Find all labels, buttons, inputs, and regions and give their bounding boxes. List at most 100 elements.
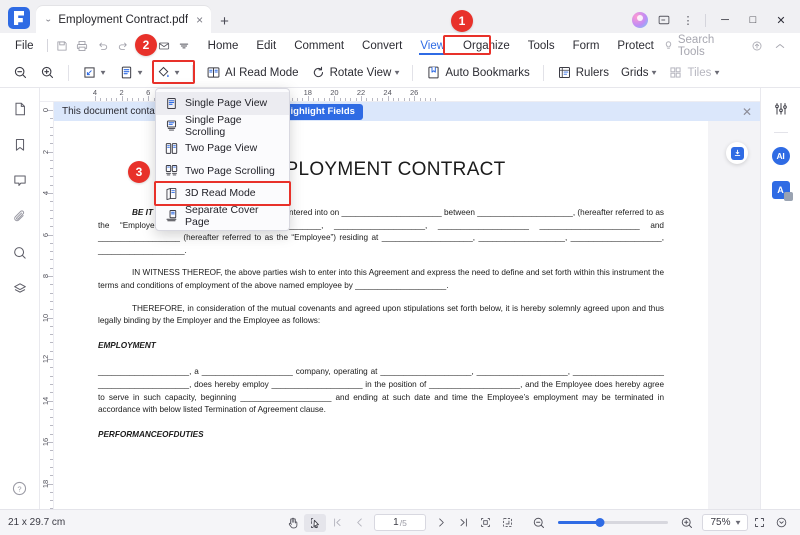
page-size-label: 21 x 29.7 cm xyxy=(8,517,66,528)
document-tab-label: Employment Contract.pdf xyxy=(58,13,189,26)
horizontal-ruler[interactable]: 4268101214161820222426 xyxy=(40,88,760,102)
rotate-view-button[interactable]: Rotate View ▾ xyxy=(306,62,405,84)
collapse-ribbon-icon[interactable] xyxy=(769,36,790,55)
ruler-label: 4 xyxy=(41,190,50,196)
help-icon[interactable]: ? xyxy=(9,477,31,499)
first-page-button[interactable] xyxy=(326,514,348,532)
file-menu[interactable]: File xyxy=(6,40,43,52)
pdf-page[interactable]: EMPLOYMENT CONTRACT BE IT KNOWN, that th… xyxy=(54,121,708,509)
zoom-out-button[interactable] xyxy=(8,62,33,84)
menu-tab-organize[interactable]: Organize xyxy=(454,38,519,54)
previous-page-button[interactable] xyxy=(348,514,370,532)
ruler-label: 6 xyxy=(146,88,151,97)
cloud-upload-icon[interactable] xyxy=(746,36,767,55)
zoom-in-button[interactable] xyxy=(35,62,60,84)
layers-icon[interactable] xyxy=(9,278,31,300)
ruler-tick xyxy=(49,433,53,435)
zoom-slider[interactable] xyxy=(558,517,668,529)
menu-tab-tools[interactable]: Tools xyxy=(519,38,564,54)
next-page-button[interactable] xyxy=(430,514,452,532)
auto-bookmarks-button[interactable]: Auto Bookmarks xyxy=(421,62,534,84)
thumbnails-icon[interactable] xyxy=(9,98,31,120)
search-icon[interactable] xyxy=(9,242,31,264)
page-view-button[interactable]: ▾ xyxy=(114,62,147,84)
ai-read-mode-button[interactable]: AI Read Mode xyxy=(201,62,304,84)
menu-tab-form[interactable]: Form xyxy=(564,38,609,54)
menu-tab-protect[interactable]: Protect xyxy=(608,38,662,54)
message-icon[interactable] xyxy=(653,11,675,29)
menu-item-separate-cover-page[interactable]: Separate Cover Page xyxy=(156,204,289,228)
tiles-button[interactable]: Tiles ▾ xyxy=(663,62,724,84)
chevron-down-icon[interactable]: ▾ xyxy=(175,68,180,77)
search-tools[interactable]: Search Tools xyxy=(663,34,746,58)
redo-icon[interactable] xyxy=(113,36,133,55)
menu-tab-comment[interactable]: Comment xyxy=(285,38,353,54)
select-tool-button[interactable] xyxy=(304,513,326,532)
chevron-down-icon[interactable]: ▾ xyxy=(652,68,657,77)
close-icon[interactable]: ✕ xyxy=(742,105,752,119)
more-options-button[interactable] xyxy=(770,514,792,532)
three-d-read-icon xyxy=(164,186,178,200)
attachments-icon[interactable] xyxy=(9,206,31,228)
menu-item-two-page-scrolling[interactable]: Two Page Scrolling xyxy=(156,160,289,183)
translate-icon[interactable]: A xyxy=(770,179,793,201)
chevron-down-icon[interactable]: ▾ xyxy=(101,68,106,77)
menu-tab-edit[interactable]: Edit xyxy=(247,38,285,54)
grids-button[interactable]: Grids ▾ xyxy=(616,62,662,84)
new-tab-button[interactable]: + xyxy=(211,14,238,33)
zoom-in-button-status[interactable] xyxy=(676,514,698,532)
zoom-out-button-status[interactable] xyxy=(528,514,550,532)
ruler-label: 14 xyxy=(41,396,50,405)
ruler-label: 4 xyxy=(92,88,98,97)
fit-page-button[interactable]: ▾ xyxy=(77,62,110,84)
bookmarks-icon[interactable] xyxy=(9,134,31,156)
page-number-input[interactable]: 1 /5 xyxy=(374,514,426,531)
page-view-dropdown-menu[interactable]: Single Page View Single Page Scrolling T… xyxy=(154,88,291,231)
ruler-tick xyxy=(49,118,53,120)
menu-tab-view[interactable]: View xyxy=(411,38,454,55)
menu-item-3d-read-mode[interactable]: 3D Read Mode xyxy=(154,181,291,205)
more-options-icon[interactable]: ⋮ xyxy=(677,11,699,29)
comments-icon[interactable] xyxy=(9,170,31,192)
ruler-tick xyxy=(49,267,53,269)
menu-item-label: Two Page Scrolling xyxy=(185,164,275,177)
avatar[interactable] xyxy=(629,11,651,29)
document-tab[interactable]: ⌄ Employment Contract.pdf × xyxy=(36,6,212,33)
customize-caret-icon[interactable] xyxy=(174,36,194,55)
zoom-level-select[interactable]: 75% ▾ xyxy=(702,514,748,531)
ruler-tick xyxy=(116,98,118,101)
fit-page-button[interactable] xyxy=(496,514,518,532)
ruler-tick xyxy=(392,98,394,101)
menu-tab-home[interactable]: Home xyxy=(199,38,248,54)
chevron-down-icon[interactable]: ▾ xyxy=(138,68,143,77)
print-icon[interactable] xyxy=(72,36,92,55)
chevron-down-icon[interactable]: ▾ xyxy=(715,68,720,77)
vertical-ruler[interactable]: 0 2 4 6 8 10 12 14 16 18 xyxy=(40,102,54,509)
minimize-button[interactable]: ─ xyxy=(712,11,738,29)
ai-assistant-icon[interactable]: AI xyxy=(770,145,792,167)
adjust-sliders-icon[interactable] xyxy=(770,98,792,120)
background-color-button[interactable]: ▾ xyxy=(151,62,184,84)
callout-badge-2: 2 xyxy=(135,34,157,56)
last-page-button[interactable] xyxy=(452,514,474,532)
close-button[interactable]: ✕ xyxy=(768,11,794,29)
download-button[interactable] xyxy=(726,142,748,164)
chevron-down-icon[interactable]: ▾ xyxy=(735,518,740,527)
menu-item-single-page-view[interactable]: Single Page View xyxy=(156,92,289,115)
save-icon[interactable] xyxy=(52,36,72,55)
rulers-button[interactable]: Rulers xyxy=(552,62,614,84)
fit-width-button[interactable] xyxy=(474,514,496,532)
tab-close-icon[interactable]: × xyxy=(194,13,205,27)
undo-icon[interactable] xyxy=(92,36,112,55)
fullscreen-button[interactable] xyxy=(748,514,770,532)
maximize-button[interactable]: □ xyxy=(740,11,766,29)
chevron-down-icon[interactable]: ▾ xyxy=(395,68,400,77)
tab-collapse-icon[interactable]: ⌄ xyxy=(44,15,52,24)
hand-tool-button[interactable] xyxy=(282,514,304,532)
menu-item-single-page-scrolling[interactable]: Single Page Scrolling xyxy=(156,114,289,138)
menu-item-two-page-view[interactable]: Two Page View xyxy=(156,137,289,160)
ruler-tick xyxy=(100,98,102,101)
zoom-slider-knob[interactable] xyxy=(595,518,605,527)
divider xyxy=(46,39,48,52)
menu-tab-convert[interactable]: Convert xyxy=(353,38,411,54)
